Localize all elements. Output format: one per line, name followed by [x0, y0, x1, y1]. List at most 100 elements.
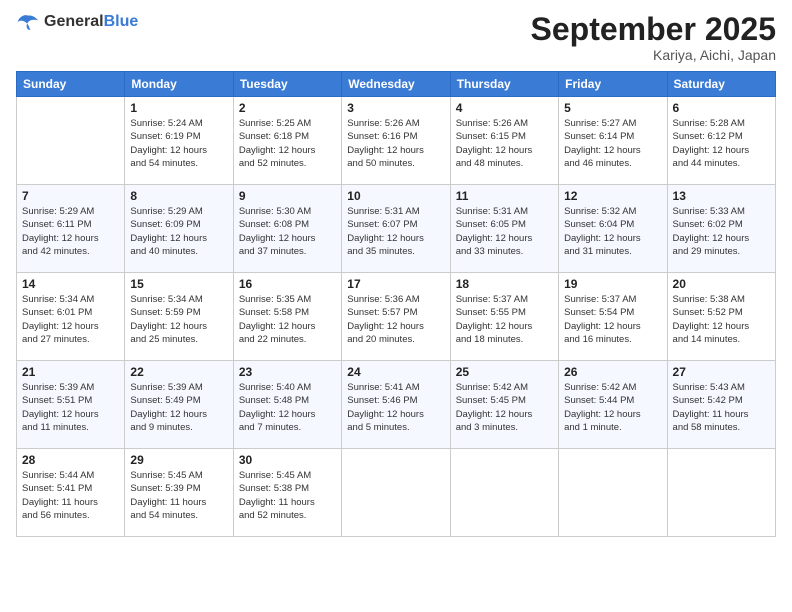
day-info: Sunrise: 5:26 AM Sunset: 6:15 PM Dayligh… [456, 117, 553, 170]
month-title: September 2025 [531, 12, 776, 47]
day-number: 23 [239, 365, 336, 379]
header-friday: Friday [559, 72, 667, 97]
table-row: 25 Sunrise: 5:42 AM Sunset: 5:45 PM Dayli… [450, 361, 558, 449]
table-row: 2 Sunrise: 5:25 AM Sunset: 6:18 PM Daylig… [233, 97, 341, 185]
day-number: 5 [564, 101, 661, 115]
table-row: 30 Sunrise: 5:45 AM Sunset: 5:38 PM Dayli… [233, 449, 341, 537]
calendar-week-row: 7Sunrise: 5:29 AM Sunset: 6:11 PM Daylig… [17, 185, 776, 273]
header-saturday: Saturday [667, 72, 775, 97]
day-number: 15 [130, 277, 227, 291]
day-number: 2 [239, 101, 336, 115]
day-info: Sunrise: 5:40 AM Sunset: 5:48 PM Dayligh… [239, 381, 336, 434]
day-info: Sunrise: 5:30 AM Sunset: 6:08 PM Dayligh… [239, 205, 336, 258]
day-number: 1 [130, 101, 227, 115]
table-row: 26 Sunrise: 5:42 AM Sunset: 5:44 PM Dayli… [559, 361, 667, 449]
day-info: Sunrise: 5:26 AM Sunset: 6:16 PM Dayligh… [347, 117, 444, 170]
calendar-header-row: Sunday Monday Tuesday Wednesday Thursday… [17, 72, 776, 97]
day-number: 19 [564, 277, 661, 291]
day-info: Sunrise: 5:38 AM Sunset: 5:52 PM Dayligh… [673, 293, 770, 346]
day-number: 12 [564, 189, 661, 203]
table-row: 5 Sunrise: 5:27 AM Sunset: 6:14 PM Daylig… [559, 97, 667, 185]
day-number: 21 [22, 365, 119, 379]
day-info: Sunrise: 5:42 AM Sunset: 5:45 PM Dayligh… [456, 381, 553, 434]
table-row: 12 Sunrise: 5:32 AM Sunset: 6:04 PM Dayli… [559, 185, 667, 273]
day-info: Sunrise: 5:29 AM Sunset: 6:09 PM Dayligh… [130, 205, 227, 258]
logo: GeneralBlue [16, 12, 138, 32]
calendar-table: Sunday Monday Tuesday Wednesday Thursday… [16, 71, 776, 537]
day-info: Sunrise: 5:34 AM Sunset: 5:59 PM Dayligh… [130, 293, 227, 346]
day-number: 22 [130, 365, 227, 379]
table-row: 24 Sunrise: 5:41 AM Sunset: 5:46 PM Dayli… [342, 361, 450, 449]
table-row: 11 Sunrise: 5:31 AM Sunset: 6:05 PM Dayli… [450, 185, 558, 273]
header-sunday: Sunday [17, 72, 125, 97]
day-info: Sunrise: 5:37 AM Sunset: 5:54 PM Dayligh… [564, 293, 661, 346]
table-row: 7Sunrise: 5:29 AM Sunset: 6:11 PM Daylig… [17, 185, 125, 273]
day-info: Sunrise: 5:32 AM Sunset: 6:04 PM Dayligh… [564, 205, 661, 258]
logo-text: GeneralBlue [44, 13, 138, 31]
table-row: 27 Sunrise: 5:43 AM Sunset: 5:42 PM Dayli… [667, 361, 775, 449]
day-info: Sunrise: 5:39 AM Sunset: 5:51 PM Dayligh… [22, 381, 119, 434]
table-row: 1Sunrise: 5:24 AM Sunset: 6:19 PM Daylig… [125, 97, 233, 185]
day-info: Sunrise: 5:44 AM Sunset: 5:41 PM Dayligh… [22, 469, 119, 522]
table-row [667, 449, 775, 537]
day-number: 11 [456, 189, 553, 203]
day-info: Sunrise: 5:28 AM Sunset: 6:12 PM Dayligh… [673, 117, 770, 170]
table-row: 17Sunrise: 5:36 AM Sunset: 5:57 PM Dayli… [342, 273, 450, 361]
day-number: 18 [456, 277, 553, 291]
calendar-week-row: 21 Sunrise: 5:39 AM Sunset: 5:51 PM Dayli… [17, 361, 776, 449]
day-info: Sunrise: 5:31 AM Sunset: 6:05 PM Dayligh… [456, 205, 553, 258]
day-number: 24 [347, 365, 444, 379]
day-info: Sunrise: 5:39 AM Sunset: 5:49 PM Dayligh… [130, 381, 227, 434]
day-number: 7 [22, 189, 119, 203]
day-info: Sunrise: 5:35 AM Sunset: 5:58 PM Dayligh… [239, 293, 336, 346]
day-info: Sunrise: 5:45 AM Sunset: 5:38 PM Dayligh… [239, 469, 336, 522]
day-number: 29 [130, 453, 227, 467]
header-monday: Monday [125, 72, 233, 97]
table-row: 29 Sunrise: 5:45 AM Sunset: 5:39 PM Dayli… [125, 449, 233, 537]
table-row: 13Sunrise: 5:33 AM Sunset: 6:02 PM Dayli… [667, 185, 775, 273]
calendar-week-row: 28Sunrise: 5:44 AM Sunset: 5:41 PM Dayli… [17, 449, 776, 537]
logo-icon [16, 12, 40, 32]
table-row [450, 449, 558, 537]
table-row: 15 Sunrise: 5:34 AM Sunset: 5:59 PM Dayli… [125, 273, 233, 361]
calendar-page: GeneralBlue September 2025 Kariya, Aichi… [0, 0, 792, 612]
day-info: Sunrise: 5:42 AM Sunset: 5:44 PM Dayligh… [564, 381, 661, 434]
day-number: 30 [239, 453, 336, 467]
day-number: 20 [673, 277, 770, 291]
header-thursday: Thursday [450, 72, 558, 97]
page-header: GeneralBlue September 2025 Kariya, Aichi… [16, 12, 776, 63]
day-number: 4 [456, 101, 553, 115]
day-number: 25 [456, 365, 553, 379]
day-info: Sunrise: 5:34 AM Sunset: 6:01 PM Dayligh… [22, 293, 119, 346]
table-row: 19 Sunrise: 5:37 AM Sunset: 5:54 PM Dayli… [559, 273, 667, 361]
table-row: 6Sunrise: 5:28 AM Sunset: 6:12 PM Daylig… [667, 97, 775, 185]
day-info: Sunrise: 5:27 AM Sunset: 6:14 PM Dayligh… [564, 117, 661, 170]
table-row [559, 449, 667, 537]
table-row: 21 Sunrise: 5:39 AM Sunset: 5:51 PM Dayli… [17, 361, 125, 449]
table-row: 3Sunrise: 5:26 AM Sunset: 6:16 PM Daylig… [342, 97, 450, 185]
day-number: 16 [239, 277, 336, 291]
table-row [342, 449, 450, 537]
day-info: Sunrise: 5:36 AM Sunset: 5:57 PM Dayligh… [347, 293, 444, 346]
table-row: 28Sunrise: 5:44 AM Sunset: 5:41 PM Dayli… [17, 449, 125, 537]
header-wednesday: Wednesday [342, 72, 450, 97]
table-row: 8Sunrise: 5:29 AM Sunset: 6:09 PM Daylig… [125, 185, 233, 273]
day-number: 9 [239, 189, 336, 203]
day-number: 26 [564, 365, 661, 379]
day-number: 27 [673, 365, 770, 379]
day-info: Sunrise: 5:37 AM Sunset: 5:55 PM Dayligh… [456, 293, 553, 346]
table-row [17, 97, 125, 185]
day-info: Sunrise: 5:31 AM Sunset: 6:07 PM Dayligh… [347, 205, 444, 258]
day-number: 13 [673, 189, 770, 203]
day-info: Sunrise: 5:45 AM Sunset: 5:39 PM Dayligh… [130, 469, 227, 522]
table-row: 22 Sunrise: 5:39 AM Sunset: 5:49 PM Dayli… [125, 361, 233, 449]
table-row: 20 Sunrise: 5:38 AM Sunset: 5:52 PM Dayli… [667, 273, 775, 361]
table-row: 9 Sunrise: 5:30 AM Sunset: 6:08 PM Daylig… [233, 185, 341, 273]
day-info: Sunrise: 5:43 AM Sunset: 5:42 PM Dayligh… [673, 381, 770, 434]
table-row: 18 Sunrise: 5:37 AM Sunset: 5:55 PM Dayli… [450, 273, 558, 361]
day-info: Sunrise: 5:25 AM Sunset: 6:18 PM Dayligh… [239, 117, 336, 170]
day-number: 10 [347, 189, 444, 203]
location-subtitle: Kariya, Aichi, Japan [531, 47, 776, 63]
day-number: 14 [22, 277, 119, 291]
day-info: Sunrise: 5:41 AM Sunset: 5:46 PM Dayligh… [347, 381, 444, 434]
